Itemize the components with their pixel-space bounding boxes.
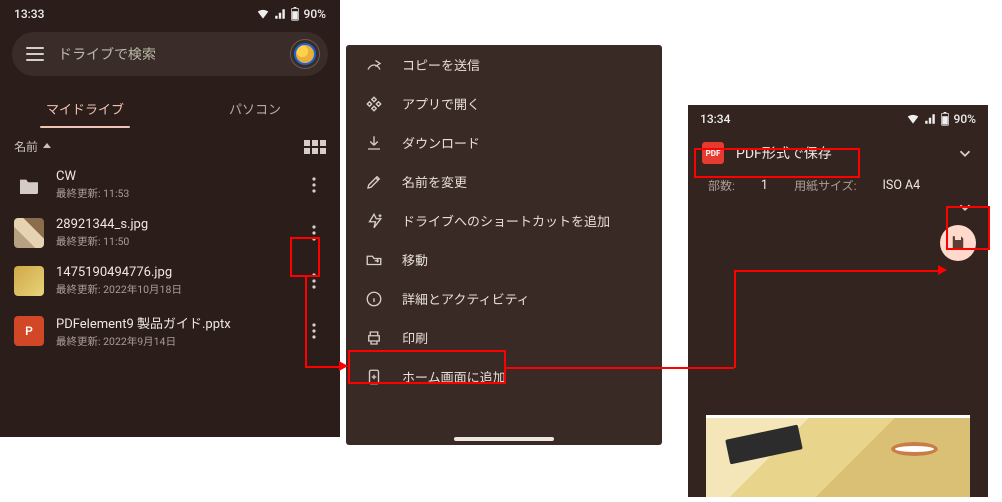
chevron-down-icon: [956, 144, 974, 162]
status-icons: 90%: [256, 7, 326, 21]
file-more-button[interactable]: [302, 319, 326, 343]
wifi-icon: [906, 113, 920, 125]
file-meta: 最終更新: 11:50: [56, 234, 290, 249]
menu-move[interactable]: 移動: [346, 240, 662, 279]
print-options-row: 部数: 1 用紙サイズ: ISO A4: [688, 173, 988, 198]
add-home-icon: [364, 367, 384, 387]
save-pdf-fab[interactable]: [940, 225, 976, 261]
image-thumbnail: [14, 266, 44, 296]
status-bar: 13:33 90%: [0, 0, 340, 28]
pdf-icon: PDF: [702, 142, 724, 164]
save-icon: [949, 234, 967, 252]
file-more-button[interactable]: [302, 221, 326, 245]
status-bar: 13:34 90%: [688, 105, 988, 133]
arrow-up-icon: [42, 142, 52, 152]
copies-value[interactable]: 1: [761, 178, 768, 193]
destination-label: PDF形式で保存: [736, 143, 832, 163]
tab-computers[interactable]: パソコン: [170, 88, 340, 128]
add-shortcut-icon: [364, 211, 384, 231]
print-destination-selector[interactable]: PDF PDF形式で保存: [688, 133, 988, 173]
menu-send-copy[interactable]: コピーを送信: [346, 45, 662, 84]
move-icon: [364, 250, 384, 270]
account-avatar[interactable]: [290, 39, 320, 69]
sort-label: 名前: [14, 138, 38, 155]
expand-options-toggle[interactable]: [688, 198, 988, 220]
file-row[interactable]: 28921344_s.jpg 最終更新: 11:50: [0, 209, 340, 257]
signal-icon: [274, 8, 286, 20]
send-copy-icon: [364, 55, 384, 75]
menu-print[interactable]: 印刷: [346, 318, 662, 357]
print-icon: [364, 328, 384, 348]
status-icons: 90%: [906, 112, 976, 126]
open-with-icon: [364, 94, 384, 114]
search-placeholder: ドライブで検索: [58, 44, 276, 64]
details-icon: [364, 289, 384, 309]
clock: 13:33: [14, 7, 44, 21]
menu-label: 詳細とアクティビティ: [402, 289, 530, 308]
grid-view-toggle[interactable]: [304, 140, 326, 154]
page-preview-thumbnail: [706, 415, 970, 497]
print-dialog-screen: 13:34 90% PDF PDF形式で保存 部数: 1 用紙サイズ: ISO …: [688, 105, 988, 497]
file-actions-sheet: コピーを送信 アプリで開く ダウンロード 名前を変更 ドライブへのショートカット…: [346, 45, 662, 445]
menu-download[interactable]: ダウンロード: [346, 123, 662, 162]
file-row[interactable]: P PDFelement9 製品ガイド.pptx 最終更新: 2022年9月14…: [0, 305, 340, 357]
menu-label: コピーを送信: [402, 55, 480, 74]
sort-bar: 名前: [0, 128, 340, 161]
battery-icon: [290, 7, 300, 21]
file-more-button[interactable]: [302, 173, 326, 197]
search-bar[interactable]: ドライブで検索: [12, 32, 328, 76]
paper-label: 用紙サイズ:: [794, 177, 857, 194]
file-meta: 最終更新: 2022年10月18日: [56, 282, 290, 297]
file-row[interactable]: CW 最終更新: 11:53: [0, 161, 340, 209]
battery-percent: 90%: [954, 112, 976, 126]
print-preview-area[interactable]: [688, 275, 988, 497]
wifi-icon: [256, 8, 270, 20]
sort-by-name[interactable]: 名前: [14, 138, 52, 155]
folder-icon: [14, 170, 44, 200]
menu-label: ダウンロード: [402, 133, 480, 152]
download-icon: [364, 133, 384, 153]
file-name: CW: [56, 169, 290, 184]
file-more-button[interactable]: [302, 269, 326, 293]
tab-my-drive[interactable]: マイドライブ: [0, 88, 170, 128]
file-name: 1475190494776.jpg: [56, 265, 290, 280]
menu-label: 移動: [402, 250, 428, 269]
image-thumbnail: [14, 218, 44, 248]
file-meta: 最終更新: 11:53: [56, 186, 290, 201]
battery-percent: 90%: [304, 7, 326, 21]
menu-label: 印刷: [402, 328, 428, 347]
file-meta: 最終更新: 2022年9月14日: [56, 334, 290, 349]
menu-label: ホーム画面に追加: [402, 367, 506, 386]
clock: 13:34: [700, 112, 730, 126]
pptx-icon: P: [14, 316, 44, 346]
hamburger-icon[interactable]: [26, 47, 44, 61]
file-name: PDFelement9 製品ガイド.pptx: [56, 313, 290, 332]
signal-icon: [924, 113, 936, 125]
paper-value[interactable]: ISO A4: [883, 178, 921, 193]
menu-details[interactable]: 詳細とアクティビティ: [346, 279, 662, 318]
menu-rename[interactable]: 名前を変更: [346, 162, 662, 201]
drive-file-list-screen: 13:33 90% ドライブで検索 マイドライブ パソコン 名前: [0, 0, 340, 437]
battery-icon: [940, 112, 950, 126]
menu-add-shortcut[interactable]: ドライブへのショートカットを追加: [346, 201, 662, 240]
location-tabs: マイドライブ パソコン: [0, 88, 340, 128]
file-row[interactable]: 1475190494776.jpg 最終更新: 2022年10月18日: [0, 257, 340, 305]
copies-label: 部数:: [708, 177, 735, 194]
menu-label: ドライブへのショートカットを追加: [402, 211, 610, 230]
rename-icon: [364, 172, 384, 192]
gesture-bar: [454, 437, 554, 441]
menu-label: アプリで開く: [402, 94, 480, 113]
menu-add-home[interactable]: ホーム画面に追加: [346, 357, 662, 396]
file-name: 28921344_s.jpg: [56, 217, 290, 232]
menu-label: 名前を変更: [402, 172, 467, 191]
menu-open-with[interactable]: アプリで開く: [346, 84, 662, 123]
